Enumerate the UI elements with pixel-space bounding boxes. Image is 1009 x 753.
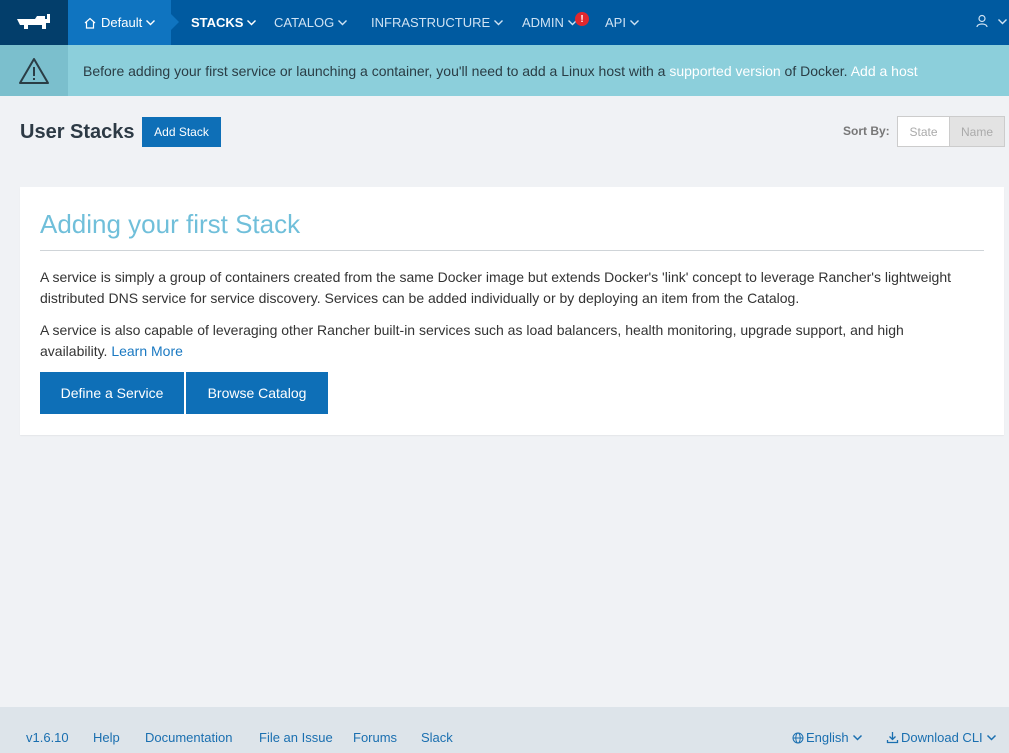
banner-icon-box [0,45,68,96]
nav-api-label: API [605,15,626,30]
user-icon [976,14,988,28]
admin-alert-badge: ! [575,12,589,26]
chevron-down-icon [852,734,862,741]
user-menu[interactable] [975,14,1009,28]
nav-admin-label: ADMIN [522,15,564,30]
rancher-logo[interactable] [0,0,68,45]
top-navigation-bar: Default STACKS CATALOG INFRASTRUCTURE AD… [0,0,1009,45]
rancher-logo-icon [17,13,50,29]
nav-catalog-label: CATALOG [274,15,335,30]
environment-selector[interactable]: Default [68,0,179,45]
card-title: Adding your first Stack [40,209,301,239]
banner-message: Before adding your first service or laun… [83,63,918,79]
nav-admin[interactable]: ADMIN ! [522,12,589,30]
chevron-down-icon [986,734,996,741]
language-label: English [806,730,849,745]
browse-catalog-button[interactable]: Browse Catalog [186,372,328,414]
download-icon [886,732,899,744]
footer: v1.6.10 Help Documentation File an Issue… [0,707,1009,753]
download-cli-label: Download CLI [901,730,983,745]
divider [40,250,984,251]
chevron-down-icon [494,20,504,26]
chevron-down-icon [629,20,639,26]
documentation-link[interactable]: Documentation [145,730,232,745]
nav-catalog[interactable]: CATALOG [274,15,348,30]
nav-infrastructure-label: INFRASTRUCTURE [371,15,491,30]
chevron-down-icon [247,20,257,26]
home-icon [84,17,96,29]
banner-text-start: Before adding your first service or laun… [83,62,670,79]
supported-version-link[interactable]: supported version [669,63,780,79]
add-host-link[interactable]: Add a host [851,63,918,79]
chevron-down-icon [146,20,156,26]
environment-label: Default [101,15,143,30]
version-link[interactable]: v1.6.10 [26,730,69,745]
chevron-down-icon [338,20,348,26]
nav-api[interactable]: API [605,15,640,30]
nav-infrastructure[interactable]: INFRASTRUCTURE [371,15,504,30]
download-cli-menu[interactable]: Download CLI [886,730,999,745]
learn-more-link[interactable]: Learn More [111,343,183,359]
service-description-paragraph: A service is simply a group of container… [40,269,952,306]
chevron-down-icon [998,18,1007,24]
sort-toggle-group: State Name [897,116,1005,147]
language-selector[interactable]: English [792,730,865,745]
add-host-warning-banner: Before adding your first service or laun… [0,45,1009,96]
sort-by-name-button[interactable]: Name [949,117,1004,146]
help-link[interactable]: Help [93,730,120,745]
globe-icon [792,732,804,743]
sort-by-label: Sort By: [843,124,890,138]
add-stack-button[interactable]: Add Stack [142,117,221,147]
define-service-button[interactable]: Define a Service [40,372,184,414]
warning-icon [19,57,49,84]
banner-text-middle: of Docker. [780,62,851,79]
slack-link[interactable]: Slack [421,730,453,745]
forums-link[interactable]: Forums [353,730,397,745]
nav-stacks[interactable]: STACKS [191,15,257,30]
page-title: User Stacks [20,121,135,143]
sort-by-state-button[interactable]: State [898,117,949,146]
file-issue-link[interactable]: File an Issue [259,730,333,745]
builtin-services-paragraph: A service is also capable of leveraging … [40,320,970,362]
nav-stacks-label: STACKS [191,15,244,30]
empty-stack-card: Adding your first Stack A service is sim… [20,187,1004,435]
